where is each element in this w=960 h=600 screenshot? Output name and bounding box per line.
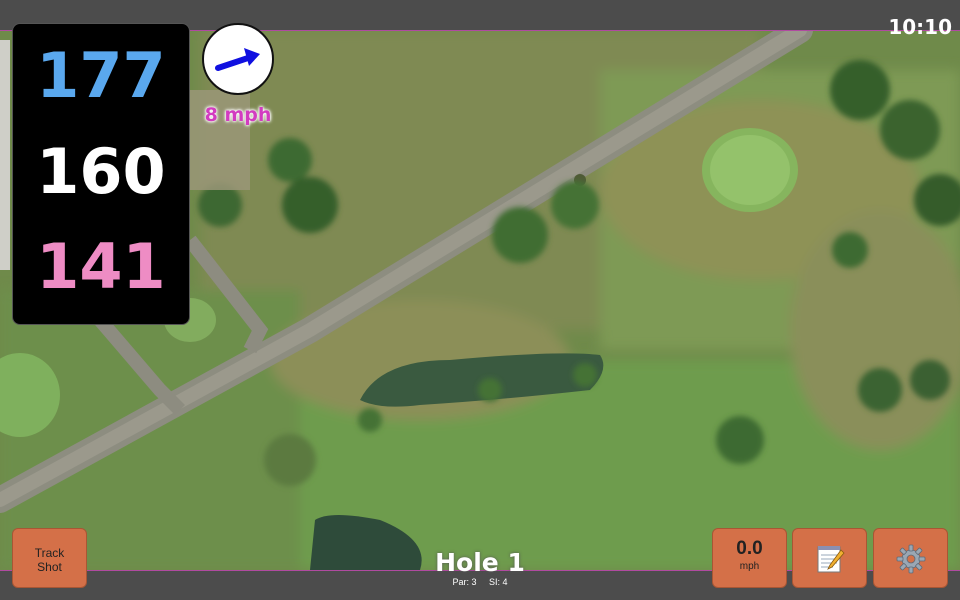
- hole-par: Par: 3: [452, 577, 477, 587]
- wind-speed-value: 0.0: [736, 538, 763, 559]
- track-shot-label-line2: Shot: [37, 560, 62, 574]
- wind-direction-dial: [202, 23, 274, 95]
- hole-title: Hole 1: [435, 548, 525, 577]
- notepad-icon: [817, 546, 845, 573]
- hole-stroke-index: SI: 4: [489, 577, 508, 587]
- gear-icon: [896, 544, 926, 574]
- back-yardage: 177: [36, 39, 166, 112]
- wind-speed-button[interactable]: 0.0 mph: [712, 528, 787, 588]
- wind-speed-unit: mph: [739, 561, 760, 572]
- track-shot-label-line1: Track: [34, 546, 65, 560]
- wind-speed-label: 8 mph: [204, 104, 272, 126]
- arrow-icon: [215, 48, 260, 71]
- yardage-panel: 177 160 141: [12, 23, 190, 325]
- front-yardage: 141: [36, 230, 166, 303]
- track-shot-button[interactable]: Track Shot: [12, 528, 87, 588]
- notes-button[interactable]: [792, 528, 867, 588]
- gps-screen: 10:10 177 160 141 8 mph Track Shot Hole …: [0, 0, 960, 600]
- middle-yardage: 160: [36, 135, 166, 208]
- clock: 10:10: [888, 15, 952, 39]
- hole-info: Par: 3 SI: 4: [380, 577, 580, 587]
- settings-button[interactable]: [873, 528, 948, 588]
